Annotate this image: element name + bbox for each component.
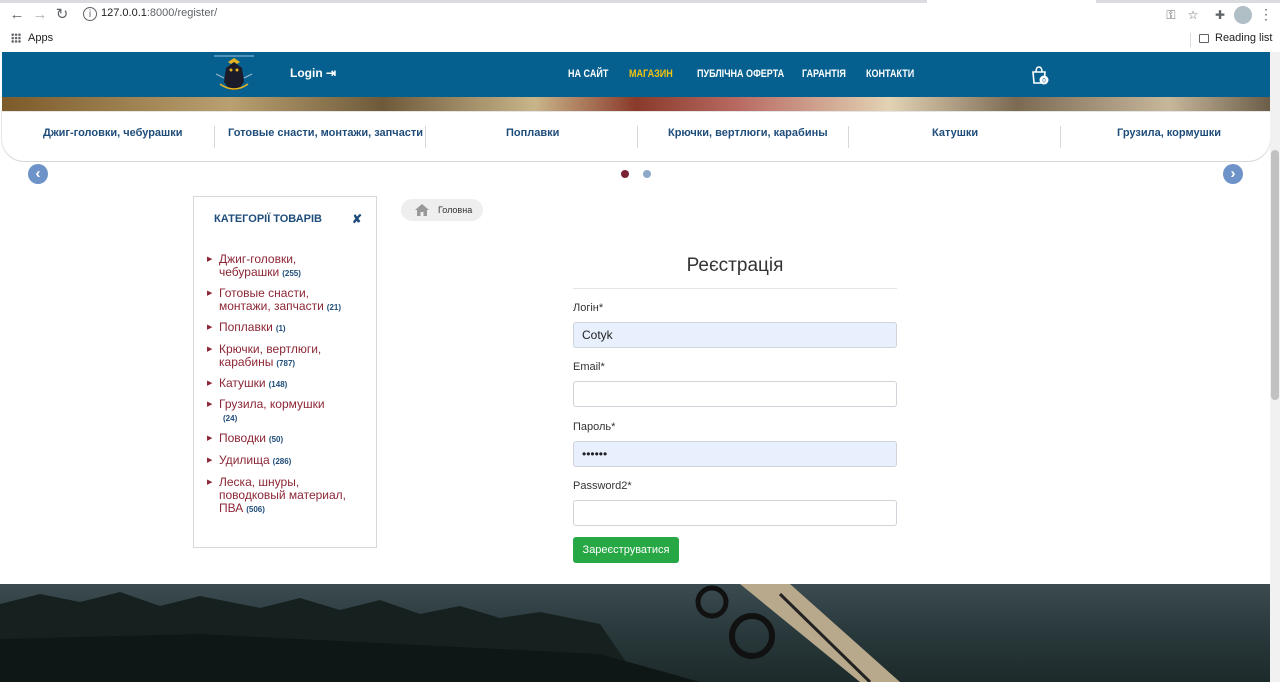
nav-contacts[interactable]: КОНТАКТИ xyxy=(866,68,914,80)
caret-right-icon: ▶ xyxy=(207,380,213,387)
caret-right-icon: ▶ xyxy=(207,479,213,486)
extensions-icon[interactable]: ✚ xyxy=(1212,7,1228,23)
categories-sidebar: КАТЕГОРІЇ ТОВАРІВ ✘ ▶ Джиг-головки, чебур… xyxy=(193,196,377,548)
login-input[interactable] xyxy=(573,322,897,348)
reload-icon[interactable]: ↻ xyxy=(53,6,71,24)
bookmarks-bar: Apps Reading list xyxy=(0,30,1280,52)
catbar-divider xyxy=(637,126,638,148)
carousel-next-icon[interactable]: › xyxy=(1223,164,1243,184)
sidebar-title: КАТЕГОРІЇ ТОВАРІВ xyxy=(214,213,322,225)
nav-offer[interactable]: ПУБЛІЧНА ОФЕРТА xyxy=(697,68,784,80)
caret-right-icon: ▶ xyxy=(207,256,213,263)
catbar-item-floats[interactable]: Поплавки xyxy=(506,127,559,139)
caret-right-icon: ▶ xyxy=(207,401,213,408)
password-input[interactable] xyxy=(573,441,897,467)
sidebar-item-lines[interactable]: ▶ Леска, шнуры, поводковый материал, ПВА(… xyxy=(207,476,349,516)
back-icon[interactable]: ← xyxy=(8,6,26,24)
reading-list-icon[interactable] xyxy=(1199,34,1209,43)
register-button[interactable]: Зареєструватися xyxy=(573,537,679,563)
carousel-dot-active[interactable] xyxy=(621,170,629,178)
caret-right-icon: ▶ xyxy=(207,435,213,442)
tab-strip-edge xyxy=(0,0,927,3)
page-scrollbar-thumb[interactable] xyxy=(1271,150,1279,400)
apps-grid-icon[interactable] xyxy=(11,33,21,43)
cart-icon[interactable]: 0 xyxy=(1029,65,1049,85)
logo[interactable] xyxy=(210,54,258,94)
email-input[interactable] xyxy=(573,381,897,407)
footer-landscape xyxy=(0,584,900,682)
reading-list-button[interactable]: Reading list xyxy=(1215,32,1272,44)
sidebar-item-leaders[interactable]: ▶ Поводки (50) xyxy=(207,432,359,446)
caret-right-icon: ▶ xyxy=(207,457,213,464)
menu-icon[interactable]: ⋮ xyxy=(1259,6,1273,23)
star-icon[interactable]: ☆ xyxy=(1185,7,1201,23)
nav-shop[interactable]: МАГАЗИН xyxy=(629,68,673,80)
profile-avatar[interactable] xyxy=(1234,6,1252,24)
sidebar-item-jig[interactable]: ▶ Джиг-головки, чебурашки (255) xyxy=(207,253,359,280)
caret-right-icon: ▶ xyxy=(207,324,213,331)
bookmarks-divider xyxy=(1190,33,1191,47)
site-header: Login ⇥ НА САЙТ МАГАЗИН ПУБЛІЧНА ОФЕРТА … xyxy=(2,52,1270,98)
catbar-item-reels[interactable]: Катушки xyxy=(932,127,978,139)
forward-icon[interactable]: → xyxy=(31,6,49,24)
catbar-divider xyxy=(848,126,849,148)
catbar-item-hooks[interactable]: Крючки, вертлюги, карабины xyxy=(668,127,828,139)
title-divider xyxy=(573,288,897,289)
sidebar-item-tackle[interactable]: ▶ Готовые снасти, монтажи, запчасти (21) xyxy=(207,287,359,314)
nav-site[interactable]: НА САЙТ xyxy=(568,68,608,80)
catbar-item-sinkers[interactable]: Грузила, кормушки xyxy=(1117,127,1221,139)
catbar-divider xyxy=(214,126,215,148)
email-label: Email* xyxy=(573,361,605,373)
category-bar: Джиг-головки, чебурашки Готовые снасти, … xyxy=(2,112,1270,161)
carousel-dot[interactable] xyxy=(643,170,651,178)
password-label: Пароль* xyxy=(573,421,616,433)
password2-label: Password2* xyxy=(573,480,632,492)
page-title: Реєстрація xyxy=(686,255,784,276)
home-icon xyxy=(415,204,429,216)
login-label: Логін* xyxy=(573,302,604,314)
breadcrumb-home[interactable]: Головна xyxy=(438,205,472,215)
footer-background-image xyxy=(0,584,1270,682)
apps-bookmark[interactable]: Apps xyxy=(28,32,53,44)
nav-guarantee[interactable]: ГАРАНТІЯ xyxy=(802,68,846,80)
address-text[interactable]: 127.0.0.1:8000/register/ xyxy=(101,7,217,19)
password2-input[interactable] xyxy=(573,500,897,526)
login-link[interactable]: Login ⇥ xyxy=(290,66,336,80)
address-bar[interactable]: i 127.0.0.1:8000/register/ xyxy=(80,4,926,26)
catbar-item-tackle[interactable]: Готовые снасти, монтажи, запчасти xyxy=(228,127,423,139)
sidebar-item-hooks[interactable]: ▶ Крючки, вертлюги, карабины (787) xyxy=(207,343,359,370)
tab-strip-edge-right xyxy=(1096,0,1280,3)
caret-right-icon: ▶ xyxy=(207,346,213,353)
key-icon[interactable]: ⚿ xyxy=(1163,7,1179,23)
catbar-divider xyxy=(1060,126,1061,148)
catbar-divider xyxy=(425,126,426,148)
site-info-icon[interactable]: i xyxy=(83,7,97,21)
login-arrow-icon: ⇥ xyxy=(326,66,337,80)
caret-right-icon: ▶ xyxy=(207,290,213,297)
sidebar-item-reels[interactable]: ▶ Катушки (148) xyxy=(207,377,359,391)
sidebar-item-floats[interactable]: ▶ Поплавки (1) xyxy=(207,321,359,335)
sidebar-item-sinkers[interactable]: ▶ Грузила, кормушки (24) xyxy=(207,398,359,425)
sidebar-item-rods[interactable]: ▶ Удилища (286) xyxy=(207,454,359,468)
catbar-item-jig[interactable]: Джиг-головки, чебурашки xyxy=(43,127,182,139)
breadcrumb[interactable]: Головна xyxy=(401,199,483,221)
browser-toolbar: ← → ↻ i 127.0.0.1:8000/register/ ⚿ ☆ ✚ ⋮ xyxy=(0,0,1280,30)
carousel-prev-icon[interactable]: ‹ xyxy=(28,164,48,184)
close-icon[interactable]: ✘ xyxy=(352,212,362,226)
